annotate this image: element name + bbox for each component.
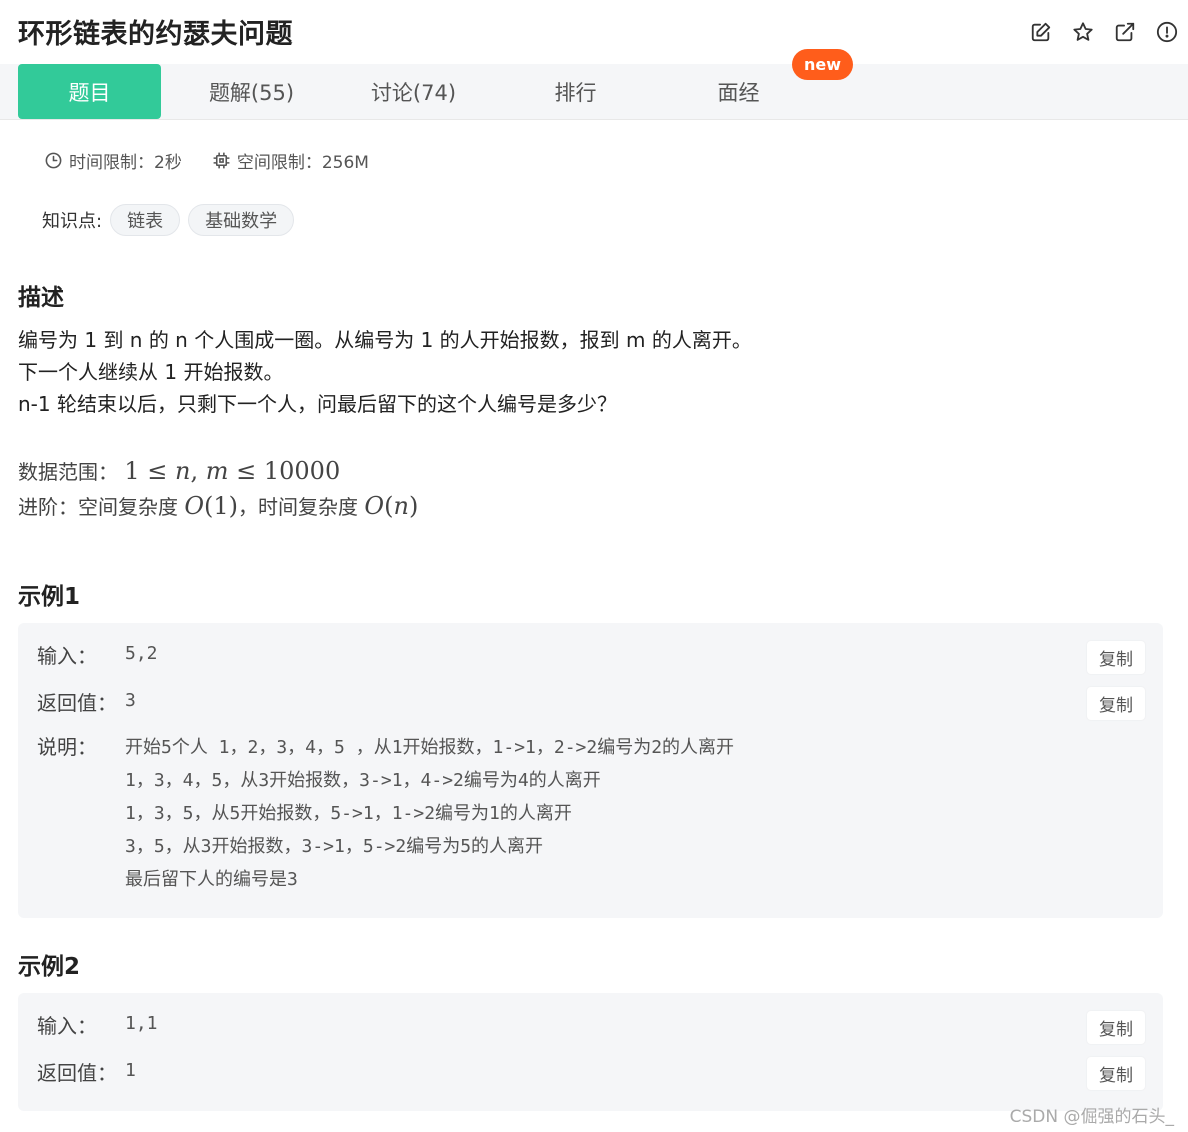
example-2-output-row: 返回值： 1 — [37, 1057, 136, 1086]
tag-linked-list[interactable]: 链表 — [110, 204, 181, 236]
tag-basic-math[interactable]: 基础数学 — [188, 204, 295, 236]
advanced-requirement: 进阶：空间复杂度 O(1)，时间复杂度 O(n) — [18, 489, 418, 524]
constraints: 数据范围： 1 ≤ n, m ≤ 10000 进阶：空间复杂度 O(1)，时间复… — [18, 454, 418, 524]
tab-ranking[interactable]: 排行 — [504, 64, 647, 119]
star-icon[interactable] — [1062, 16, 1104, 48]
knowledge-row: 知识点: 链表 基础数学 — [42, 204, 295, 236]
knowledge-label: 知识点: — [42, 211, 103, 232]
tab-bar: 题目 题解(55) 讨论(74) 排行 面经 — [0, 64, 1188, 120]
input-value: 1,1 — [125, 1013, 158, 1034]
input-value: 5,2 — [125, 643, 158, 664]
copy-output-button[interactable]: 复制 — [1087, 687, 1145, 720]
tab-problem[interactable]: 题目 — [18, 64, 161, 119]
explain-line: 开始5个人 1，2，3，4，5 ，从1开始报数，1->1，2->2编号为2的人离… — [125, 737, 735, 758]
edit-icon[interactable] — [1020, 16, 1062, 48]
time-complexity: O(n) — [364, 492, 419, 520]
advanced-label: 进阶：空间复杂度 — [18, 495, 178, 519]
problem-title: 环形链表的约瑟夫问题 — [18, 19, 293, 50]
external-link-icon[interactable] — [1104, 16, 1146, 48]
example-1-output-row: 返回值： 3 — [37, 687, 136, 716]
explain-line: 3，5，从3开始报数，3->1，5->2编号为5的人离开 — [125, 836, 544, 857]
explain-line: 1，3，4，5，从3开始报数，3->1，4->2编号为4的人离开 — [125, 770, 601, 791]
data-range: 数据范围： 1 ≤ n, m ≤ 10000 — [18, 454, 418, 489]
tab-solutions[interactable]: 题解(55) — [180, 64, 323, 119]
explain-line: 最后留下人的编号是3 — [125, 869, 298, 890]
example-2-input-row: 输入： 1,1 — [37, 1010, 158, 1039]
memory-limit: 空间限制：256M — [212, 148, 369, 173]
clock-icon — [45, 152, 62, 169]
header-actions — [1020, 16, 1188, 48]
advanced-mid: ，时间复杂度 — [238, 495, 359, 519]
explain-body: 开始5个人 1，2，3，4，5 ，从1开始报数，1->1，2->2编号为2的人离… — [125, 731, 734, 896]
description-title: 描述 — [18, 285, 64, 311]
explain-line: 1，3，5，从5开始报数，5->1，1->2编号为1的人离开 — [125, 803, 572, 824]
chip-icon — [213, 152, 230, 169]
input-label: 输入： — [37, 644, 97, 668]
new-badge: new — [792, 49, 853, 80]
copy-output-button[interactable]: 复制 — [1087, 1057, 1145, 1090]
range-formula: 1 ≤ n, m ≤ 10000 — [124, 457, 341, 485]
example-2-title: 示例2 — [18, 954, 81, 980]
explain-label: 说明： — [37, 735, 97, 759]
range-label: 数据范围： — [18, 460, 118, 484]
example-1-title: 示例1 — [18, 584, 81, 610]
space-complexity: O(1) — [184, 492, 239, 520]
description-line: n-1 轮结束以后，只剩下一个人，问最后留下的这个人编号是多少？ — [18, 392, 617, 416]
tab-discussion[interactable]: 讨论(74) — [342, 64, 485, 119]
watermark: CSDN @倔强的石头_ — [1009, 1107, 1174, 1127]
example-1-input-row: 输入： 5,2 — [37, 640, 158, 669]
time-limit-text: 时间限制：2秒 — [69, 153, 182, 173]
example-1-explain-row: 说明： 开始5个人 1，2，3，4，5 ，从1开始报数，1->1，2->2编号为… — [37, 731, 734, 896]
output-value: 1 — [125, 1060, 136, 1081]
description-line: 下一个人继续从 1 开始报数。 — [18, 360, 284, 384]
copy-input-button[interactable]: 复制 — [1087, 1011, 1145, 1044]
example-2-box: 输入： 1,1 复制 返回值： 1 复制 — [18, 993, 1163, 1111]
report-icon[interactable] — [1146, 16, 1188, 48]
page-header: 环形链表的约瑟夫问题 — [0, 0, 1188, 64]
memory-limit-text: 空间限制：256M — [236, 153, 369, 173]
description-body: 编号为 1 到 n 的 n 个人围成一圈。从编号为 1 的人开始报数，报到 m … — [18, 324, 752, 420]
output-label: 返回值： — [37, 1061, 117, 1085]
output-label: 返回值： — [37, 691, 117, 715]
input-label: 输入： — [37, 1014, 97, 1038]
time-limit: 时间限制：2秒 — [44, 148, 182, 173]
output-value: 3 — [125, 690, 136, 711]
tab-interview[interactable]: 面经 — [667, 64, 810, 119]
description-line: 编号为 1 到 n 的 n 个人围成一圈。从编号为 1 的人开始报数，报到 m … — [18, 328, 752, 352]
copy-input-button[interactable]: 复制 — [1087, 641, 1145, 674]
limits-row: 时间限制：2秒 空间限制：256M — [44, 148, 399, 173]
example-1-box: 输入： 5,2 复制 返回值： 3 复制 说明： 开始5个人 1，2，3，4，5… — [18, 623, 1163, 918]
